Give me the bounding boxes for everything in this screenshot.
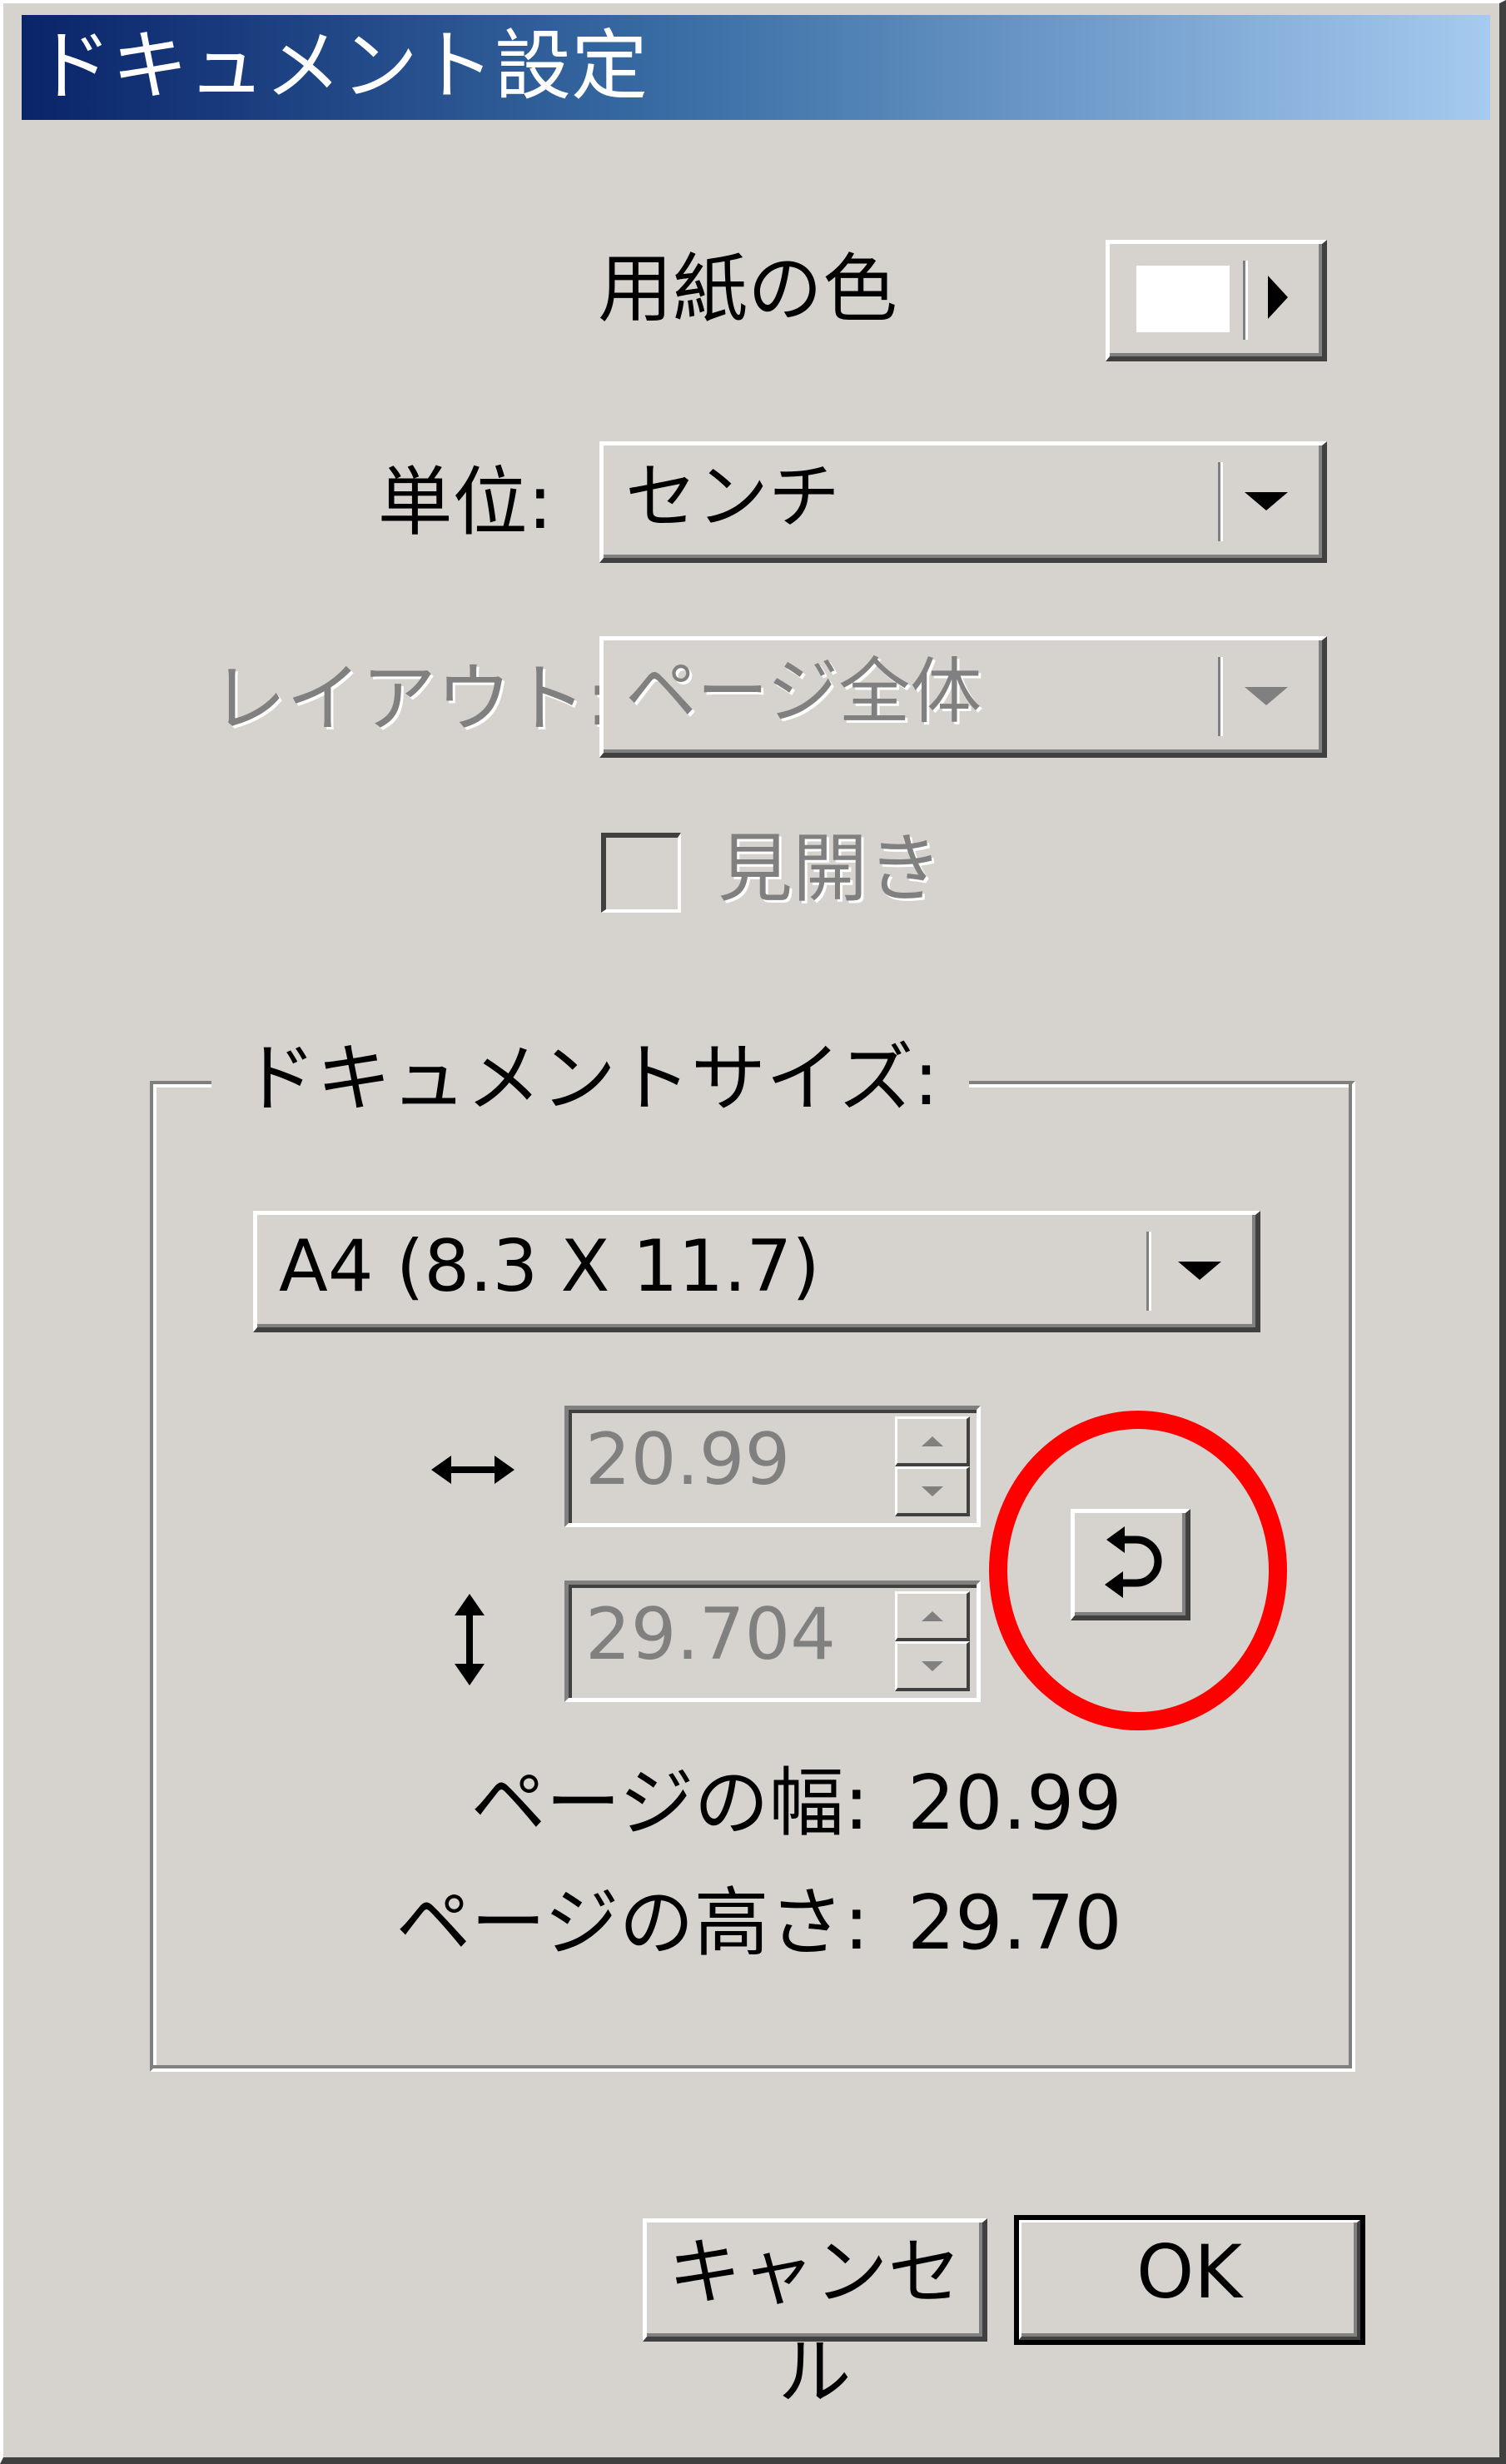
vertical-arrows-icon bbox=[445, 1594, 495, 1685]
width-spin-up[interactable] bbox=[895, 1416, 970, 1466]
width-value: 20.99 bbox=[585, 1418, 791, 1501]
ok-button[interactable]: OK bbox=[1014, 2215, 1365, 2345]
height-spin-down[interactable] bbox=[895, 1641, 970, 1691]
page-height-value: 29.70 bbox=[907, 1879, 1122, 1967]
page-size-separator bbox=[1146, 1232, 1151, 1311]
swap-orientation-button[interactable] bbox=[1071, 1509, 1190, 1620]
layout-label: レイアウト: bbox=[211, 655, 612, 743]
chevron-down-icon bbox=[1245, 492, 1288, 510]
height-field[interactable]: 29.704 bbox=[564, 1580, 981, 1702]
layout-dropdown[interactable]: ページ全体 bbox=[599, 636, 1327, 758]
horizontal-arrows-icon bbox=[431, 1441, 514, 1499]
page-width-label: ページの幅: bbox=[470, 1760, 869, 1847]
width-spinner[interactable] bbox=[895, 1416, 970, 1516]
units-separator bbox=[1218, 462, 1223, 541]
page-width-value: 20.99 bbox=[907, 1760, 1122, 1847]
units-label: 単位: bbox=[377, 459, 553, 546]
chevron-right-icon bbox=[1268, 276, 1288, 319]
layout-separator bbox=[1218, 657, 1223, 736]
spin-down-icon bbox=[921, 1486, 943, 1496]
paper-color-separator bbox=[1243, 261, 1248, 340]
units-value: センチ bbox=[625, 455, 840, 539]
document-settings-dialog: ドキュメント設定 用紙の色 単位: センチ レイアウト: ページ全体 見開き ド… bbox=[0, 0, 1506, 2464]
cancel-button[interactable]: キャンセル bbox=[643, 2218, 987, 2415]
paper-color-label: 用紙の色 bbox=[598, 246, 897, 333]
width-spin-down[interactable] bbox=[895, 1466, 970, 1516]
spin-up-icon bbox=[921, 1610, 943, 1621]
page-size-value: A4 (8.3 X 11.7) bbox=[279, 1225, 820, 1308]
spread-label: 見開き bbox=[718, 825, 942, 913]
spin-up-icon bbox=[921, 1436, 943, 1446]
height-spin-up[interactable] bbox=[895, 1591, 970, 1641]
width-field[interactable]: 20.99 bbox=[564, 1406, 981, 1527]
title-bar[interactable]: ドキュメント設定 bbox=[22, 15, 1490, 120]
height-value: 29.704 bbox=[585, 1593, 836, 1676]
spin-down-icon bbox=[921, 1660, 943, 1671]
window-title: ドキュメント設定 bbox=[35, 22, 649, 111]
spread-checkbox[interactable] bbox=[601, 833, 681, 913]
chevron-down-icon bbox=[1178, 1262, 1221, 1280]
document-size-legend: ドキュメントサイズ: bbox=[211, 1038, 969, 1121]
units-dropdown[interactable]: センチ bbox=[599, 441, 1327, 563]
paper-color-swatch bbox=[1136, 266, 1230, 332]
page-height-label: ページの高さ: bbox=[395, 1879, 869, 1967]
height-spinner[interactable] bbox=[895, 1591, 970, 1691]
page-size-dropdown[interactable]: A4 (8.3 X 11.7) bbox=[253, 1211, 1260, 1332]
layout-value: ページ全体 bbox=[625, 650, 982, 734]
paper-color-button[interactable] bbox=[1106, 240, 1327, 361]
chevron-down-icon bbox=[1245, 687, 1288, 705]
swap-orientation-icon bbox=[1093, 1521, 1168, 1608]
